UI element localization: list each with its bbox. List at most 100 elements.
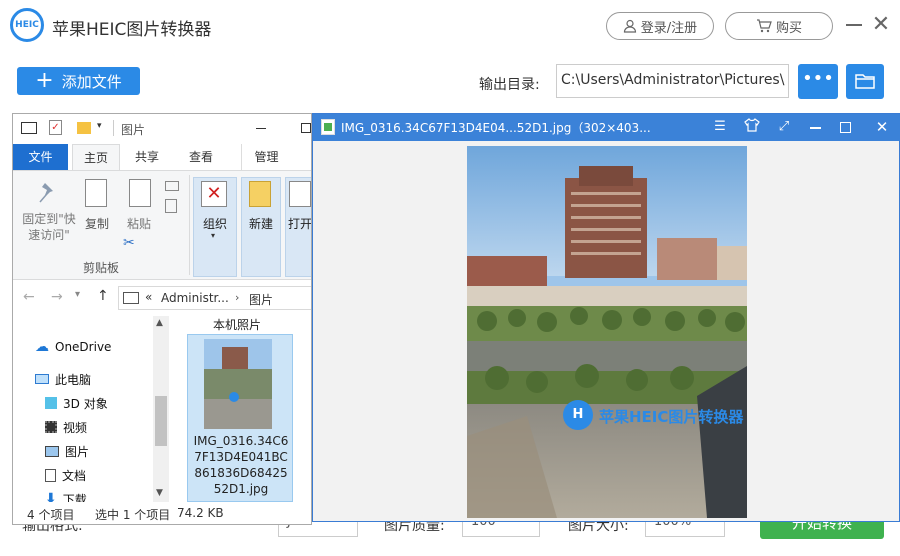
buy-button[interactable]: 购买 — [725, 12, 833, 40]
login-button[interactable]: 登录/注册 — [606, 12, 714, 40]
divider — [113, 120, 114, 136]
new-button[interactable]: 新建 — [243, 215, 279, 232]
selected-size: 74.2 KB — [177, 506, 224, 520]
user-icon — [623, 19, 636, 33]
fullscreen-icon[interactable]: ⤢ — [775, 118, 793, 136]
app-title: 苹果HEIC图片转换器 — [52, 20, 212, 40]
item-count: 4 个项目 — [27, 508, 75, 522]
nav-item-label: 3D 对象 — [63, 396, 108, 411]
image-file-icon — [321, 119, 335, 135]
address-root: « — [145, 290, 153, 304]
plus-icon: + — [35, 68, 54, 93]
quick-access-dropdown-icon[interactable]: ▾ — [97, 121, 102, 131]
pin-quick-access-button[interactable]: 固定到"快速访问" — [17, 211, 81, 243]
image-file-icon-inner — [324, 123, 332, 131]
nav-item-onedrive[interactable]: ☁ OneDrive — [35, 336, 111, 358]
file-item-selected[interactable]: IMG_0316.34C6 7F13D4E041BC 861836D68425 … — [187, 334, 293, 502]
viewer-minimize-button[interactable] — [810, 127, 821, 129]
open-folder-button[interactable] — [846, 64, 884, 99]
ribbon-divider — [189, 175, 190, 275]
delete-icon[interactable]: ✕ — [201, 181, 227, 207]
properties-icon[interactable]: ✓ — [49, 120, 62, 135]
add-file-button[interactable]: + 添加文件 — [17, 67, 140, 95]
back-arrow-icon[interactable]: ← — [23, 289, 35, 305]
new-folder-icon[interactable] — [77, 122, 91, 134]
photo-preview: H 苹果HEIC图片转换器 — [467, 146, 747, 518]
file-thumbnail — [204, 339, 272, 429]
buy-label: 购买 — [775, 20, 802, 36]
recent-dropdown-icon[interactable]: ▾ — [75, 289, 80, 300]
file-name-line: 861836D68425 — [194, 466, 288, 480]
output-dir-label: 输出目录: — [479, 77, 540, 93]
forward-arrow-icon[interactable]: → — [51, 289, 63, 305]
scroll-down-icon[interactable]: ▼ — [156, 488, 163, 498]
copy-icon — [85, 179, 107, 207]
nav-item-pictures[interactable]: 图片 — [45, 440, 89, 462]
output-dir-input[interactable]: C:\Users\Administrator\Pictures\ — [556, 64, 789, 98]
add-file-label: 添加文件 — [61, 72, 122, 91]
address-bar-row: ← → ▾ ↑ « Administr... › 图片 — [13, 280, 311, 316]
computer-icon — [35, 374, 49, 384]
nav-item-label: 文档 — [62, 468, 87, 483]
copy-button[interactable]: 复制 — [81, 215, 113, 232]
scroll-up-icon[interactable]: ▲ — [156, 318, 163, 328]
app-titlebar: HEIC 苹果HEIC图片转换器 登录/注册 购买 ✕ — [0, 0, 900, 52]
ribbon-tabs: 文件 主页 共享 查看 管理 — [13, 144, 311, 170]
viewer-titlebar: IMG_0316.34C67F13D4E04...52D1.jpg（302×40… — [313, 114, 900, 141]
file-explorer-window: ✓ ▾ 图片 文件 主页 共享 查看 管理 固定到"快速访问" 复制 粘贴 ✂ … — [12, 113, 312, 525]
organize-button[interactable]: 组织 — [195, 215, 235, 232]
tab-manage[interactable]: 管理 — [241, 144, 291, 170]
file-list-pane: 本机照片 IMG_0316.34C6 7F13D4E041BC 861836D6… — [173, 316, 311, 502]
cloud-icon: ☁ — [35, 339, 49, 355]
tab-view[interactable]: 查看 — [179, 144, 223, 170]
nav-item-3d-objects[interactable]: 3D 对象 — [45, 392, 108, 414]
pin-icon — [37, 181, 59, 205]
viewer-maximize-button[interactable] — [840, 122, 851, 133]
video-icon — [45, 421, 57, 433]
scrollbar-thumb[interactable] — [155, 396, 167, 446]
new-folder-large-icon — [249, 181, 271, 207]
viewer-title: IMG_0316.34C67F13D4E04...52D1.jpg（302×40… — [341, 121, 651, 135]
address-crumb-admin[interactable]: Administr... — [161, 291, 229, 305]
shirt-icon[interactable] — [743, 118, 761, 136]
crumb-separator-icon: › — [235, 291, 240, 304]
explorer-title: 图片 — [121, 123, 146, 137]
copy-path-icon[interactable] — [165, 181, 179, 191]
file-name-line: IMG_0316.34C6 — [193, 434, 289, 448]
file-name-line: 7F13D4E041BC — [194, 450, 288, 464]
nav-item-documents[interactable]: 文档 — [45, 464, 86, 486]
nav-item-label: 视频 — [63, 420, 88, 435]
nav-item-label: 图片 — [65, 444, 90, 459]
tab-share[interactable]: 共享 — [125, 144, 169, 170]
address-crumb-pictures[interactable]: 图片 — [249, 291, 273, 308]
organize-dropdown-icon: ▾ — [211, 231, 216, 240]
status-bar: 4 个项目 选中 1 个项目 74.2 KB — [13, 502, 311, 524]
minimize-button[interactable] — [846, 24, 862, 26]
clipboard-group-label: 剪贴板 — [82, 261, 119, 275]
cube-icon — [45, 397, 57, 409]
nav-item-this-pc[interactable]: 此电脑 — [35, 368, 91, 390]
nav-scrollbar[interactable]: ▲ ▼ — [153, 316, 169, 502]
logo-text: HEIC — [15, 20, 39, 30]
address-bar[interactable]: « Administr... › 图片 — [118, 286, 311, 310]
viewer-close-button[interactable]: ✕ — [873, 118, 891, 136]
browse-more-button[interactable]: ••• — [798, 64, 838, 99]
paste-button[interactable]: 粘贴 — [123, 215, 155, 232]
watermark-logo-icon: H — [563, 400, 593, 430]
nav-item-videos[interactable]: 视频 — [45, 416, 87, 438]
paste-shortcut-icon[interactable] — [165, 199, 177, 213]
document-icon — [45, 468, 56, 482]
explorer-maximize-button[interactable] — [301, 123, 311, 133]
open-button[interactable]: 打开 — [285, 215, 311, 232]
close-button[interactable]: ✕ — [870, 14, 892, 36]
tab-file[interactable]: 文件 — [13, 144, 68, 170]
up-arrow-icon[interactable]: ↑ — [97, 288, 109, 304]
photo-scene — [467, 146, 747, 518]
menu-icon[interactable]: ☰ — [711, 118, 729, 136]
folder-path-icon — [123, 292, 139, 304]
selected-count: 选中 1 个项目 — [95, 508, 171, 522]
cut-icon[interactable]: ✂ — [123, 235, 135, 251]
explorer-minimize-button[interactable] — [256, 128, 266, 129]
folder-icon — [855, 74, 875, 89]
tab-home[interactable]: 主页 — [72, 144, 120, 170]
